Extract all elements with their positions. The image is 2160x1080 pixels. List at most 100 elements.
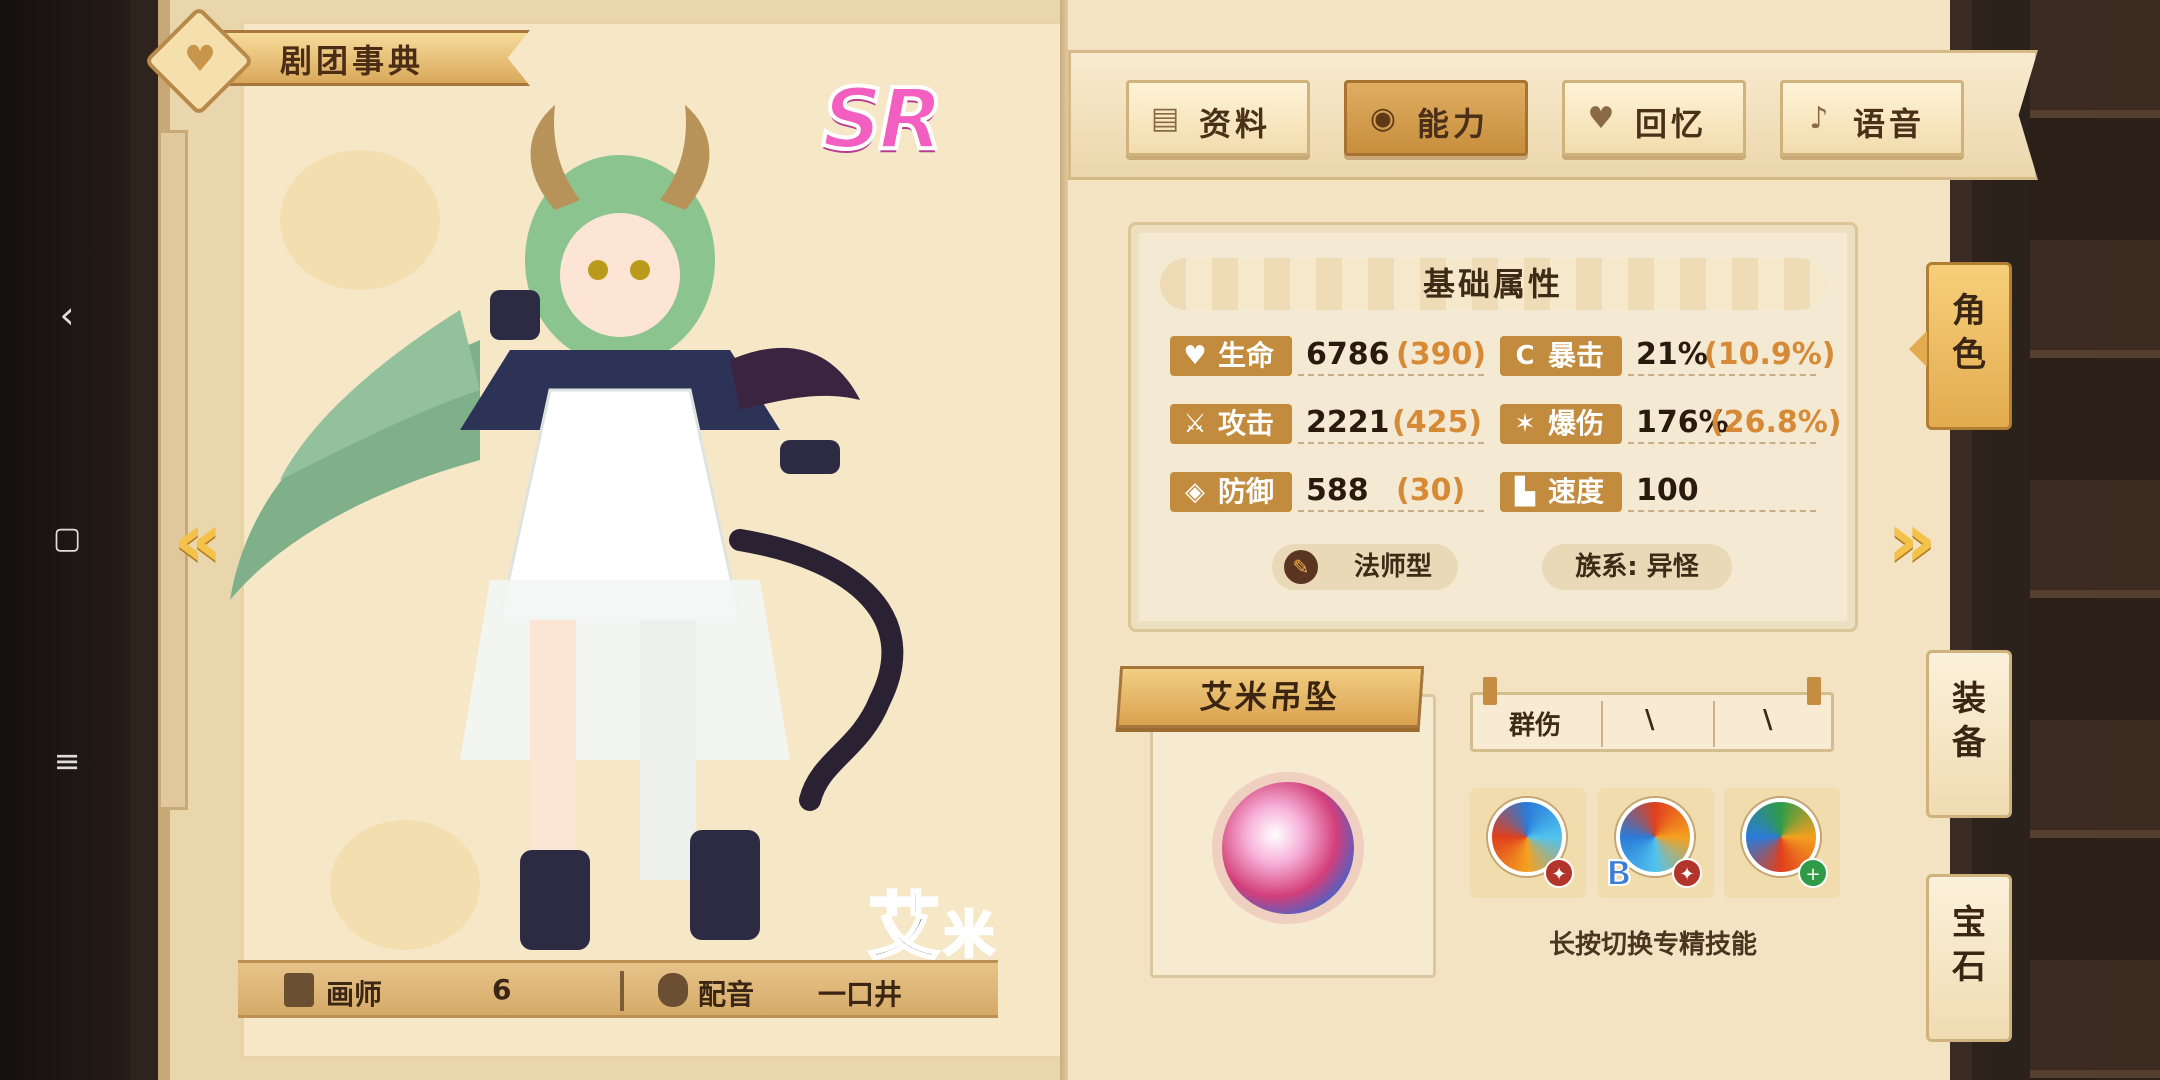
stats-title: 基础属性	[1422, 265, 1563, 303]
side-tab-character[interactable]: 角色	[1909, 262, 2012, 430]
character-eye	[630, 260, 650, 280]
character-leg	[530, 620, 576, 860]
skill-header-label: 群伤	[1509, 711, 1562, 741]
heart-icon: ♥	[183, 39, 217, 80]
tab-label: 能力	[1417, 105, 1490, 143]
attack-badge-icon: ✦	[1672, 858, 1702, 888]
skill-header: 群伤 \ \	[1470, 677, 1834, 752]
stat-critdmg-badge: ✶ 爆伤	[1500, 404, 1622, 444]
crit-icon: C	[1515, 341, 1535, 371]
page-title: 剧团事典	[280, 42, 425, 80]
skill-slot-3[interactable]: +	[1724, 788, 1840, 898]
side-tab-label: 角色	[1952, 291, 1986, 375]
pin-decoration	[1807, 677, 1821, 705]
side-tab-equipment[interactable]: 装备	[1926, 650, 2012, 818]
stat-hp-badge: ♥ 生命	[1170, 336, 1292, 376]
skill-header-divider	[1601, 701, 1603, 747]
stat-defense-bonus: (30)	[1396, 473, 1466, 508]
character-leg	[640, 620, 696, 880]
tab-ability[interactable]: ◉ 能力	[1344, 80, 1528, 156]
skill-slot-1[interactable]: ✦	[1470, 788, 1586, 898]
heart-icon: ♥	[1587, 101, 1615, 136]
stat-attack-bonus: (425)	[1392, 405, 1483, 440]
skill-icon: ◉	[1369, 101, 1397, 136]
attack-badge-icon: ✦	[1544, 858, 1574, 888]
stat-hp-bonus: (390)	[1396, 337, 1487, 372]
menu-icon[interactable]: ≡	[48, 742, 86, 780]
stat-crit-bonus: (10.9%)	[1704, 337, 1836, 372]
class-pill: ✎ 法师型	[1272, 544, 1458, 590]
character-boot	[690, 830, 760, 940]
shield-icon: ◈	[1185, 477, 1205, 507]
stat-label: 速度	[1548, 475, 1605, 508]
tab-voice[interactable]: ♪ 语音	[1780, 80, 1964, 156]
character-horn	[660, 105, 710, 210]
character-boot	[520, 850, 590, 950]
character-name-second: 米	[943, 905, 996, 966]
character-glove	[490, 290, 540, 340]
stat-crit-value: 21%	[1636, 337, 1708, 372]
stat-speed-badge: ▙ 速度	[1500, 472, 1622, 512]
heart-icon: ♥	[1183, 341, 1207, 371]
artist-label: 画师	[326, 978, 383, 1011]
home-icon[interactable]: ▢	[48, 520, 86, 558]
character-name-first: 艾	[866, 884, 941, 971]
system-nav-bar: ‹ ▢ ≡	[0, 0, 130, 1080]
skill-slot-2[interactable]: B ✦	[1598, 788, 1714, 898]
stat-defense-value: 588	[1306, 473, 1369, 508]
item-title-banner: 艾米吊坠	[1115, 666, 1425, 728]
skill-header-label: \	[1645, 705, 1655, 735]
character-illustration	[230, 105, 904, 950]
credit-bar: 画师 6 配音 一口井	[238, 960, 998, 1018]
pendant-icon[interactable]	[1212, 772, 1364, 924]
race-pill: 族系: 异怪	[1542, 544, 1732, 590]
mage-icon: ✎	[1284, 550, 1318, 584]
notebook-icon: ▤	[1150, 101, 1180, 136]
character-horn	[530, 105, 580, 210]
burst-icon: ✶	[1514, 409, 1536, 439]
previous-character-arrow[interactable]: «	[168, 500, 228, 580]
back-icon[interactable]: ‹	[48, 296, 86, 334]
voice-value: 一口井	[818, 978, 903, 1011]
game-screen: ‹ ▢ ≡ ♥ 剧团事典 SR 艾米 画师 6 配音 一口井 « » ▤ 资料 …	[0, 0, 2160, 1080]
stat-label: 生命	[1218, 339, 1275, 372]
skill-header-label: \	[1763, 705, 1773, 735]
credit-divider	[620, 971, 624, 1011]
microphone-icon: ♪	[1809, 101, 1829, 136]
side-tab-label: 装备	[1952, 679, 1986, 763]
stat-defense-badge: ◈ 防御	[1170, 472, 1292, 512]
artist-value: 6	[492, 973, 512, 1006]
character-name: 艾米	[866, 868, 996, 973]
stat-critdmg-bonus: (26.8%)	[1710, 405, 1842, 440]
stat-attack-badge: ⚔ 攻击	[1170, 404, 1292, 444]
left-page-edge-tabs	[158, 130, 188, 810]
stat-label: 攻击	[1218, 407, 1275, 440]
sword-icon: ⚔	[1183, 409, 1207, 439]
stat-hp-value: 6786	[1306, 337, 1390, 372]
character-glove	[780, 440, 840, 474]
tab-profile[interactable]: ▤ 资料	[1126, 80, 1310, 156]
side-tab-label: 宝石	[1952, 903, 1986, 987]
character-eye	[588, 260, 608, 280]
item-title: 艾米吊坠	[1198, 678, 1342, 716]
tab-label: 语音	[1853, 105, 1926, 143]
tab-label: 回忆	[1635, 105, 1708, 143]
stat-label: 暴击	[1548, 339, 1605, 372]
microphone-icon	[658, 973, 688, 1007]
character-face	[560, 213, 680, 337]
skill-hint: 长按切换专精技能	[1548, 930, 1757, 960]
stat-label: 防御	[1218, 475, 1275, 508]
stat-speed-value: 100	[1636, 473, 1699, 508]
pin-decoration	[1483, 677, 1497, 705]
tab-memory[interactable]: ♥ 回忆	[1562, 80, 1746, 156]
class-label: 法师型	[1353, 552, 1432, 582]
side-tab-gem[interactable]: 宝石	[1926, 874, 2012, 1042]
stat-label: 爆伤	[1548, 407, 1605, 440]
next-character-arrow[interactable]: »	[1882, 500, 1942, 580]
tab-label: 资料	[1199, 105, 1272, 143]
buff-badge-icon: +	[1798, 858, 1828, 888]
stat-attack-value: 2221	[1306, 405, 1390, 440]
voice-label: 配音	[698, 978, 755, 1011]
character-wing	[730, 347, 860, 410]
stats-title-bar: 基础属性	[1160, 258, 1826, 310]
